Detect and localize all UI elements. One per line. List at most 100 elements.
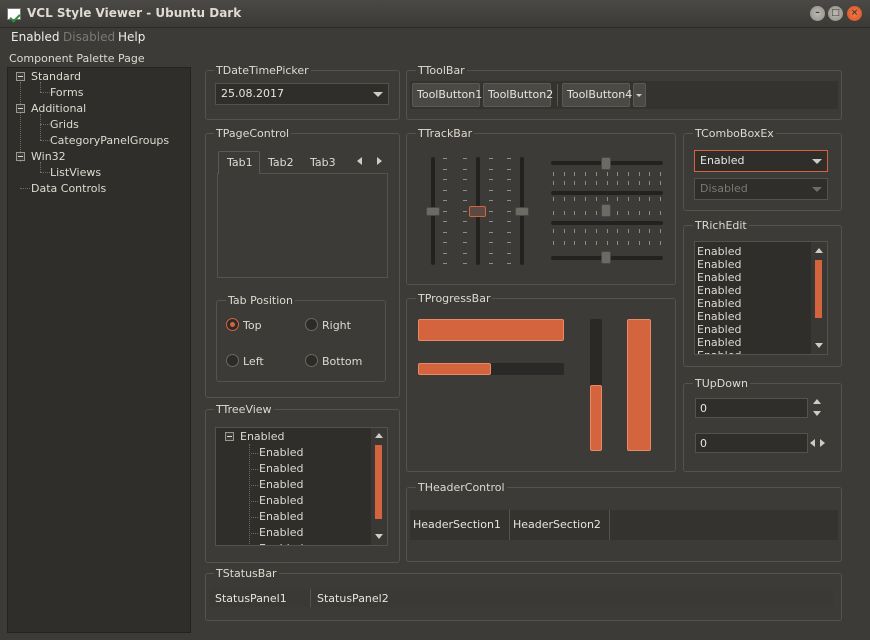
tree-node-data-controls[interactable]: Data Controls bbox=[31, 182, 106, 195]
trackbar-tick bbox=[660, 197, 661, 201]
trackbar-thumb[interactable] bbox=[426, 207, 440, 216]
trackbar-tick bbox=[585, 197, 587, 201]
tab-1[interactable]: Tab1 bbox=[218, 151, 260, 174]
trackbar-tick bbox=[463, 189, 467, 191]
progressbar-fill bbox=[590, 385, 602, 451]
collapse-icon[interactable] bbox=[225, 432, 234, 441]
tab-3[interactable]: Tab3 bbox=[310, 156, 336, 169]
header-section-2[interactable]: HeaderSection2 bbox=[510, 510, 610, 540]
trackbar-horizontal[interactable] bbox=[551, 191, 663, 195]
updown-group bbox=[683, 383, 842, 472]
trackbar-thumb[interactable] bbox=[601, 251, 611, 264]
updown-field-1[interactable]: 0 bbox=[695, 398, 808, 418]
radio-right[interactable] bbox=[305, 318, 318, 331]
tree-root-node[interactable]: Enabled bbox=[240, 430, 284, 443]
tree-node-grids[interactable]: Grids bbox=[50, 118, 79, 131]
collapse-icon[interactable] bbox=[16, 72, 25, 81]
tree-node-standard[interactable]: Standard bbox=[31, 70, 81, 83]
radio-top[interactable] bbox=[226, 318, 239, 331]
trackbar-tick bbox=[553, 172, 554, 176]
trackbar-tick bbox=[563, 211, 565, 215]
toolbutton-1[interactable]: ToolButton1 bbox=[412, 83, 482, 107]
trackbar-tick bbox=[606, 241, 608, 245]
tree-view[interactable]: Enabled Enabled Enabled Enabled Enabled Enab… bbox=[215, 427, 388, 546]
updown-field-2[interactable]: 0 bbox=[695, 433, 808, 453]
trackbar-tick bbox=[617, 229, 619, 233]
scroll-left-icon[interactable] bbox=[357, 157, 362, 165]
chevron-down-icon[interactable] bbox=[373, 92, 383, 97]
spin-left-icon[interactable] bbox=[810, 439, 815, 447]
trackbar-tick bbox=[606, 229, 608, 233]
datetimepicker-title: TDateTimePicker bbox=[214, 64, 311, 77]
tree-child-node[interactable]: Enabled bbox=[259, 526, 303, 539]
tree-child-node[interactable]: Enabled bbox=[259, 542, 303, 545]
trackbar-tick bbox=[627, 241, 629, 245]
tree-node-additional[interactable]: Additional bbox=[31, 102, 86, 115]
tree-node-category-panel-groups[interactable]: CategoryPanelGroups bbox=[50, 134, 169, 147]
scroll-up-icon[interactable] bbox=[815, 248, 823, 253]
tree-node-listviews[interactable]: ListViews bbox=[50, 166, 101, 179]
menu-help[interactable]: Help bbox=[118, 30, 145, 44]
scroll-up-icon[interactable] bbox=[375, 433, 383, 438]
trackbar-tick bbox=[489, 263, 493, 264]
toolbutton-2[interactable]: ToolButton2 bbox=[483, 83, 553, 107]
scroll-down-icon[interactable] bbox=[815, 343, 823, 348]
trackbar-tick bbox=[585, 229, 587, 233]
trackbar-tick bbox=[553, 211, 554, 215]
trackbar-tick bbox=[563, 197, 565, 201]
menu-disabled[interactable]: Disabled bbox=[63, 30, 115, 44]
trackbar-tick bbox=[507, 231, 511, 233]
maximize-icon[interactable]: □ bbox=[828, 6, 843, 21]
scroll-right-icon[interactable] bbox=[377, 157, 382, 165]
tree-child-node[interactable]: Enabled bbox=[259, 494, 303, 507]
toolbar-dropdown[interactable] bbox=[633, 83, 646, 107]
radio-left[interactable] bbox=[226, 354, 239, 367]
trackbar-thumb[interactable] bbox=[515, 207, 529, 216]
trackbar-tick bbox=[463, 242, 467, 243]
combobox-enabled[interactable]: Enabled bbox=[694, 150, 828, 172]
comboboxex-title: TComboBoxEx bbox=[693, 127, 776, 140]
richedit-line: Enabled bbox=[697, 297, 742, 310]
richedit-line: Enabled bbox=[697, 349, 741, 354]
tree-node-forms[interactable]: Forms bbox=[50, 86, 83, 99]
radio-bottom[interactable] bbox=[305, 354, 318, 367]
tab-2[interactable]: Tab2 bbox=[268, 156, 294, 169]
tree-child-node[interactable]: Enabled bbox=[259, 478, 303, 491]
rich-edit[interactable]: Enabled Enabled Enabled Enabled Enabled Enabl… bbox=[694, 241, 828, 355]
trackbar-tick bbox=[627, 229, 629, 233]
trackbar-tick bbox=[638, 197, 640, 201]
trackbar-tick bbox=[627, 197, 629, 201]
status-panel-1: StatusPanel1 bbox=[215, 592, 287, 605]
collapse-icon[interactable] bbox=[16, 104, 25, 113]
trackbar-tick bbox=[627, 211, 629, 215]
trackbar-thumb[interactable] bbox=[601, 204, 611, 217]
collapse-icon[interactable] bbox=[16, 152, 25, 161]
minimize-icon[interactable]: – bbox=[810, 6, 825, 21]
chevron-down-icon[interactable] bbox=[812, 159, 822, 164]
scrollbar-thumb[interactable] bbox=[815, 260, 822, 318]
trackbar-thumb[interactable] bbox=[601, 157, 611, 170]
scrollbar-thumb[interactable] bbox=[375, 445, 382, 519]
spin-down-icon[interactable] bbox=[813, 411, 821, 416]
tree-node-win32[interactable]: Win32 bbox=[31, 150, 66, 163]
toolbutton-4[interactable]: ToolButton4 bbox=[562, 83, 632, 107]
trackbar-tick bbox=[627, 172, 629, 176]
scroll-down-icon[interactable] bbox=[375, 534, 383, 539]
close-icon[interactable]: × bbox=[847, 6, 862, 21]
menu-enabled[interactable]: Enabled bbox=[11, 30, 60, 44]
palette-tree[interactable]: Standard Forms Additional Grids Category… bbox=[7, 67, 191, 633]
trackbar-tick bbox=[507, 221, 511, 222]
richedit-line: Enabled bbox=[697, 310, 742, 323]
tree-child-node[interactable]: Enabled bbox=[259, 446, 303, 459]
trackbar-tick bbox=[463, 252, 467, 254]
trackbar-tick bbox=[606, 172, 608, 176]
trackbar-horizontal[interactable] bbox=[551, 221, 663, 225]
spin-right-icon[interactable] bbox=[820, 439, 825, 447]
spin-up-icon[interactable] bbox=[813, 399, 821, 404]
date-picker[interactable]: 25.08.2017 bbox=[215, 83, 389, 105]
tree-child-node[interactable]: Enabled bbox=[259, 510, 303, 523]
trackbar-tick bbox=[574, 197, 576, 201]
header-section-1[interactable]: HeaderSection1 bbox=[410, 510, 510, 540]
tree-child-node[interactable]: Enabled bbox=[259, 462, 303, 475]
trackbar-thumb-hot[interactable] bbox=[469, 206, 486, 217]
